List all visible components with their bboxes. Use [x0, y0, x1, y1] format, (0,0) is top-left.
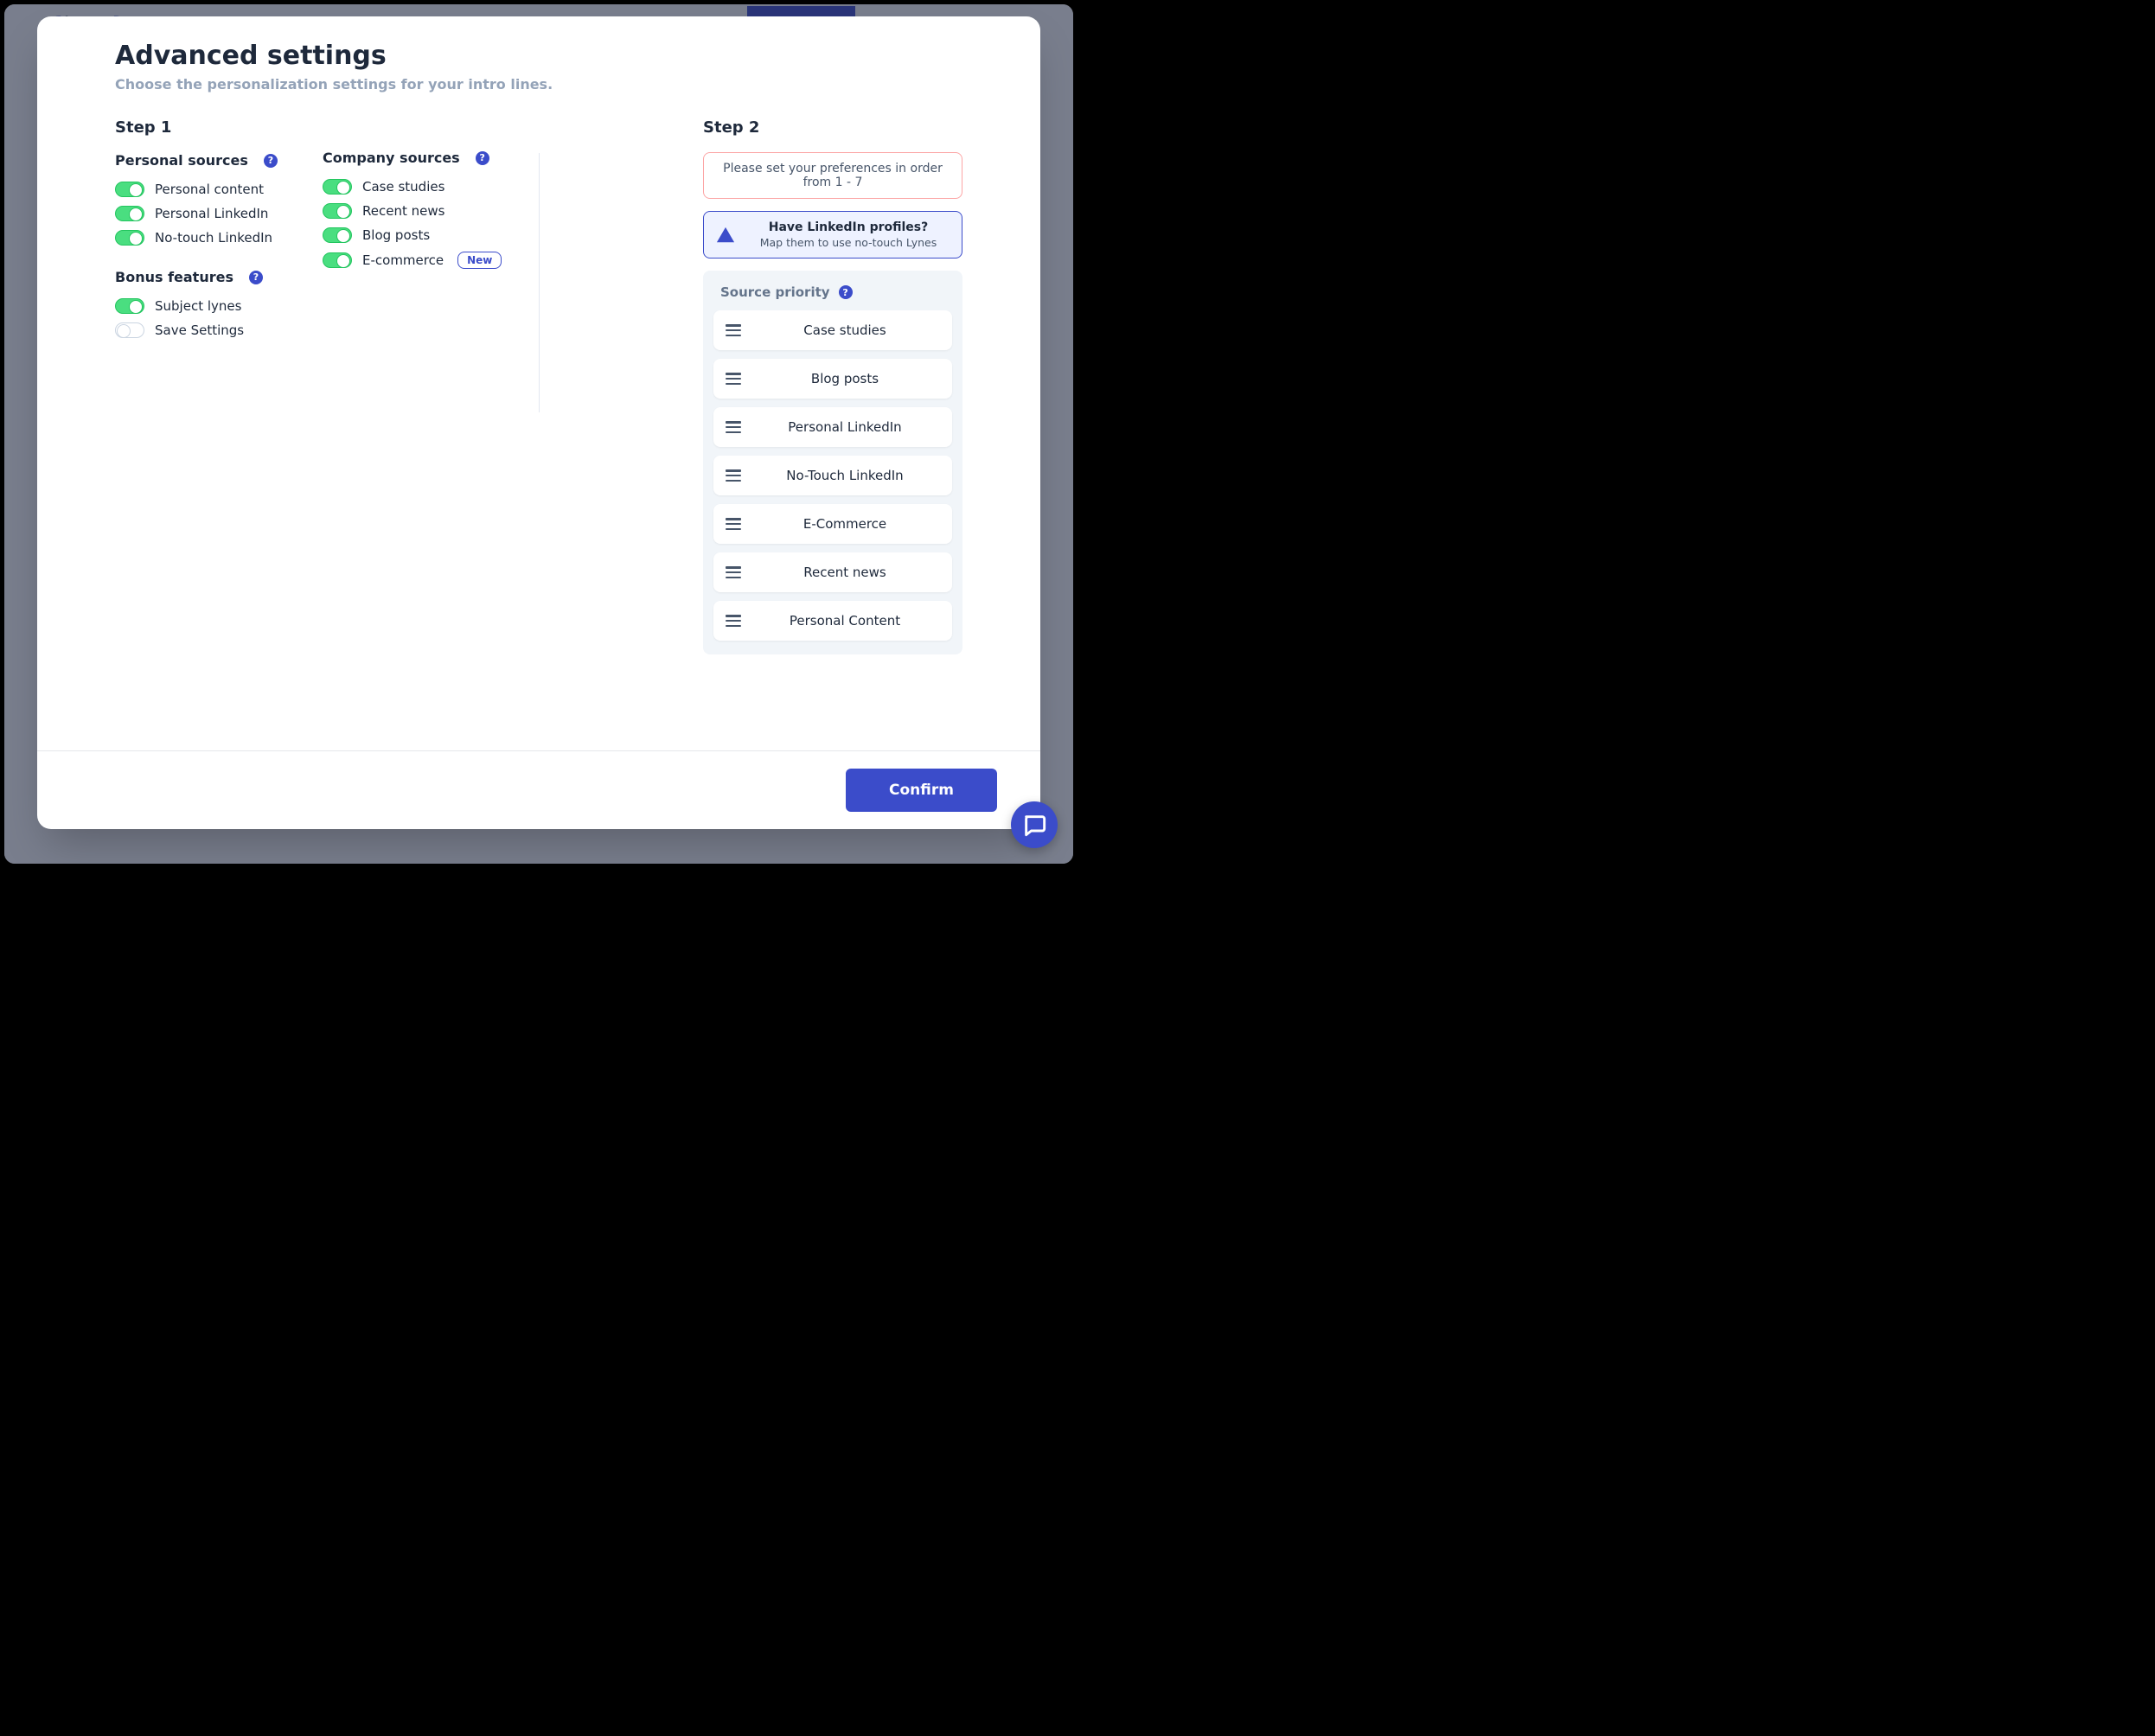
toggle-personal-linkedin[interactable]: [115, 206, 144, 221]
bonus-features-title: Bonus features: [115, 269, 233, 285]
divider: [539, 153, 540, 412]
drag-handle-icon[interactable]: [726, 566, 741, 578]
toggle-label: Recent news: [362, 203, 444, 219]
toggle-label: Blog posts: [362, 227, 430, 243]
linkedin-info-box[interactable]: Have LinkedIn profiles? Map them to use …: [703, 211, 962, 258]
toggle-no-touch-linkedin[interactable]: [115, 230, 144, 246]
modal-title: Advanced settings: [115, 41, 962, 71]
toggle-recent-news[interactable]: [323, 203, 352, 219]
toggle-label: Subject lynes: [155, 298, 241, 314]
toggle-label: E-commerce: [362, 252, 444, 268]
priority-item[interactable]: Personal Content: [713, 601, 952, 641]
chat-widget-button[interactable]: [1011, 801, 1058, 848]
priority-item[interactable]: Blog posts: [713, 359, 952, 399]
priority-item[interactable]: Case studies: [713, 310, 952, 350]
drag-handle-icon[interactable]: [726, 518, 741, 530]
toggle-label: Personal content: [155, 182, 264, 197]
toggle-ecommerce[interactable]: [323, 252, 352, 268]
toggle-label: Personal LinkedIn: [155, 206, 268, 221]
help-icon[interactable]: ?: [264, 154, 278, 168]
drag-handle-icon[interactable]: [726, 421, 741, 433]
help-icon[interactable]: ?: [249, 271, 263, 284]
toggle-save-settings[interactable]: [115, 322, 144, 338]
drag-handle-icon[interactable]: [726, 324, 741, 336]
toggle-label: No-touch LinkedIn: [155, 230, 272, 246]
toggle-label: Save Settings: [155, 322, 244, 338]
step2-heading: Step 2: [703, 118, 962, 137]
company-sources-title: Company sources: [323, 150, 460, 166]
priority-item[interactable]: Recent news: [713, 552, 952, 592]
new-badge: New: [457, 252, 502, 269]
preference-warning: Please set your preferences in order fro…: [703, 152, 962, 199]
drag-handle-icon[interactable]: [726, 615, 741, 627]
info-subtitle: Map them to use no-touch Lynes: [747, 236, 950, 249]
drag-handle-icon[interactable]: [726, 373, 741, 385]
priority-item[interactable]: Personal LinkedIn: [713, 407, 952, 447]
priority-item[interactable]: No-Touch LinkedIn: [713, 456, 952, 495]
personal-sources-title: Personal sources: [115, 152, 248, 169]
toggle-blog-posts[interactable]: [323, 227, 352, 243]
source-priority-title: Source priority: [720, 284, 830, 300]
priority-item[interactable]: E-Commerce: [713, 504, 952, 544]
help-icon[interactable]: ?: [476, 151, 489, 165]
drag-handle-icon[interactable]: [726, 469, 741, 482]
toggle-subject-lynes[interactable]: [115, 298, 144, 314]
toggle-case-studies[interactable]: [323, 179, 352, 195]
toggle-label: Case studies: [362, 179, 444, 195]
step1-heading: Step 1: [115, 118, 288, 137]
confirm-button[interactable]: Confirm: [846, 769, 997, 812]
toggle-personal-content[interactable]: [115, 182, 144, 197]
modal-subtitle: Choose the personalization settings for …: [115, 76, 962, 93]
advanced-settings-modal: Advanced settings Choose the personaliza…: [37, 16, 1040, 829]
help-icon[interactable]: ?: [839, 285, 853, 299]
info-title: Have LinkedIn profiles?: [747, 220, 950, 234]
source-priority-panel: Source priority? Case studies Blog posts…: [703, 271, 962, 654]
alert-icon: [716, 226, 735, 245]
